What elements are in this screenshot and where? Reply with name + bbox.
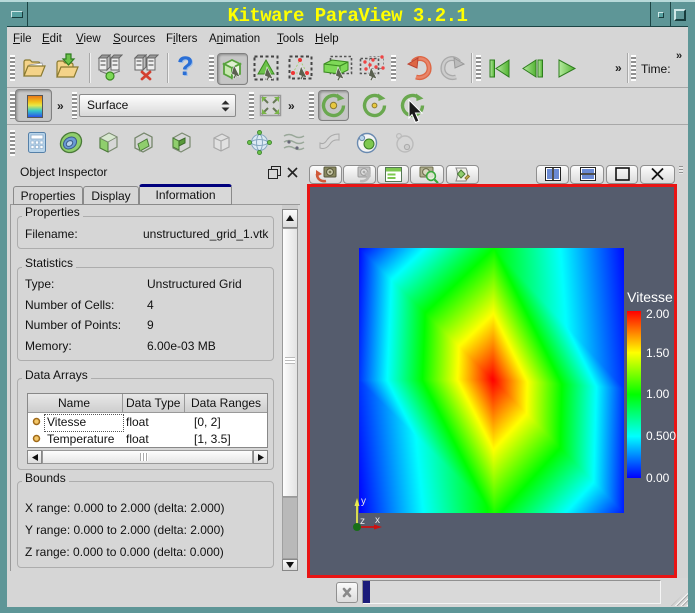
svg-text:y: y <box>361 496 366 507</box>
svg-text:x: x <box>375 515 380 526</box>
svg-text:z: z <box>360 516 365 527</box>
